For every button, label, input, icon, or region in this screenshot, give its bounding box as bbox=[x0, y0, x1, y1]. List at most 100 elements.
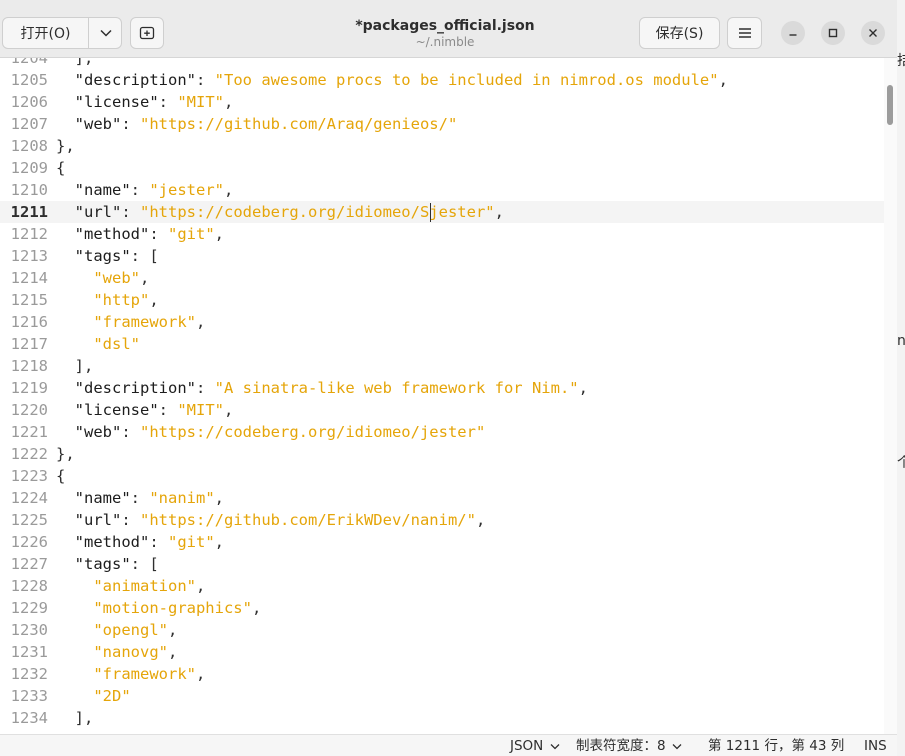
vertical-scrollbar[interactable] bbox=[884, 58, 897, 734]
code-line[interactable]: 1216 "framework", bbox=[0, 311, 884, 333]
open-dropdown-button[interactable] bbox=[89, 18, 122, 48]
open-button[interactable]: 打开(O) bbox=[3, 18, 88, 48]
code-line[interactable]: 1225 "url": "https://github.com/ErikWDev… bbox=[0, 509, 884, 531]
minimize-button[interactable] bbox=[781, 21, 805, 45]
line-number: 1228 bbox=[10, 577, 48, 595]
code-line[interactable]: 1232 "framework", bbox=[0, 663, 884, 685]
code-text[interactable]: "framework", bbox=[56, 311, 205, 333]
json-key: "tags" bbox=[74, 555, 131, 573]
code-text[interactable]: "url": "https://codeberg.org/idiomeo/Sje… bbox=[56, 201, 504, 223]
code-line[interactable]: 1210 "name": "jester", bbox=[0, 179, 884, 201]
tab-width-selector[interactable]: 制表符宽度：8 bbox=[576, 737, 682, 755]
code-text[interactable]: "web", bbox=[56, 267, 149, 289]
main-menu-button[interactable] bbox=[727, 17, 762, 49]
code-text[interactable]: "framework", bbox=[56, 663, 205, 685]
code-text[interactable]: "license": "MIT", bbox=[56, 91, 234, 113]
save-button[interactable]: 保存(S) bbox=[639, 17, 720, 49]
code-text[interactable]: "web": "https://github.com/Araq/genieos/… bbox=[56, 113, 458, 135]
scrollbar-thumb[interactable] bbox=[887, 85, 893, 125]
code-text[interactable]: "method": "git", bbox=[56, 223, 224, 245]
code-text[interactable]: "description": "Too awesome procs to be … bbox=[56, 69, 728, 91]
code-text[interactable]: ], bbox=[56, 355, 94, 377]
code-text[interactable]: ], bbox=[56, 707, 94, 729]
code-text[interactable]: "name": "nanim", bbox=[56, 487, 224, 509]
line-number: 1234 bbox=[10, 709, 48, 727]
background-window-text: 个 bbox=[897, 455, 905, 471]
cursor-position[interactable]: 第 1211 行，第 43 列 bbox=[708, 737, 844, 755]
code-line[interactable]: 1212 "method": "git", bbox=[0, 223, 884, 245]
close-button[interactable] bbox=[861, 21, 885, 45]
code-text[interactable]: "license": "MIT", bbox=[56, 399, 234, 421]
code-line[interactable]: 1214 "web", bbox=[0, 267, 884, 289]
code-line[interactable]: 1211 "url": "https://codeberg.org/idiome… bbox=[0, 201, 884, 223]
code-line[interactable]: 1231 "nanovg", bbox=[0, 641, 884, 663]
line-number: 1213 bbox=[10, 247, 48, 265]
json-string: "https://codeberg.org/idiomeo/jester" bbox=[140, 423, 486, 441]
code-line[interactable]: 1207 "web": "https://github.com/Araq/gen… bbox=[0, 113, 884, 135]
json-string: "framework" bbox=[93, 665, 196, 683]
background-window-text: 拮 bbox=[897, 53, 905, 69]
language-selector[interactable]: JSON bbox=[510, 737, 560, 755]
code-line[interactable]: 1217 "dsl" bbox=[0, 333, 884, 355]
code-line[interactable]: 1227 "tags": [ bbox=[0, 553, 884, 575]
status-bar: JSON 制表符宽度：8 第 1211 行，第 43 列 INS bbox=[0, 734, 897, 756]
code-text[interactable]: "nanovg", bbox=[56, 641, 177, 663]
code-text[interactable]: "web": "https://codeberg.org/idiomeo/jes… bbox=[56, 421, 486, 443]
code-line[interactable]: 1224 "name": "nanim", bbox=[0, 487, 884, 509]
code-text[interactable]: "method": "git", bbox=[56, 531, 224, 553]
code-text[interactable]: "animation", bbox=[56, 575, 205, 597]
json-string: "nanovg" bbox=[93, 643, 168, 661]
json-key: "url" bbox=[74, 203, 122, 221]
line-number: 1222 bbox=[10, 445, 48, 463]
code-line[interactable]: 1221 "web": "https://codeberg.org/idiome… bbox=[0, 421, 884, 443]
json-string: "web" bbox=[93, 269, 140, 287]
line-number: 1223 bbox=[10, 467, 48, 485]
code-line[interactable]: 1204 ], bbox=[0, 58, 884, 69]
code-text[interactable]: { bbox=[56, 465, 65, 487]
code-line[interactable]: 1230 "opengl", bbox=[0, 619, 884, 641]
json-string: "https://github.com/ErikWDev/nanim/" bbox=[140, 511, 476, 529]
code-line[interactable]: 1215 "http", bbox=[0, 289, 884, 311]
code-text[interactable]: "name": "jester", bbox=[56, 179, 234, 201]
code-text[interactable]: "dsl" bbox=[56, 333, 140, 355]
json-key: "name" bbox=[74, 489, 131, 507]
code-line[interactable]: 1219 "description": "A sinatra-like web … bbox=[0, 377, 884, 399]
code-text[interactable]: "2D" bbox=[56, 685, 130, 707]
window-subtitle: ~/.nimble bbox=[415, 35, 475, 49]
code-text[interactable]: ], bbox=[56, 58, 94, 69]
code-text[interactable]: "motion-graphics", bbox=[56, 597, 261, 619]
code-line[interactable]: 1228 "animation", bbox=[0, 575, 884, 597]
code-line[interactable]: 1208}, bbox=[0, 135, 884, 157]
code-text[interactable]: "url": "https://github.com/ErikWDev/nani… bbox=[56, 509, 486, 531]
code-line[interactable]: 1213 "tags": [ bbox=[0, 245, 884, 267]
code-text[interactable]: "tags": [ bbox=[56, 245, 159, 267]
code-line[interactable]: 1223 { bbox=[0, 465, 884, 487]
code-line[interactable]: 1218 ], bbox=[0, 355, 884, 377]
code-text[interactable]: "description": "A sinatra-like web frame… bbox=[56, 377, 588, 399]
code-line[interactable]: 1209 { bbox=[0, 157, 884, 179]
hamburger-menu-icon bbox=[738, 28, 751, 38]
new-tab-button[interactable] bbox=[130, 17, 164, 49]
code-line[interactable]: 1206 "license": "MIT", bbox=[0, 91, 884, 113]
line-number: 1218 bbox=[10, 357, 48, 375]
code-text[interactable]: "tags": [ bbox=[56, 553, 159, 575]
code-line[interactable]: 1205 "description": "Too awesome procs t… bbox=[0, 69, 884, 91]
code-text[interactable]: { bbox=[56, 157, 65, 179]
code-line[interactable]: 1233 "2D" bbox=[0, 685, 884, 707]
code-text[interactable]: "http", bbox=[56, 289, 158, 311]
json-key: "description" bbox=[74, 71, 196, 89]
code-line[interactable]: 1234 ], bbox=[0, 707, 884, 729]
code-text[interactable]: "opengl", bbox=[56, 619, 177, 641]
code-editor[interactable]: 1204 ], 1205 "description": "Too awesome … bbox=[0, 58, 884, 734]
title-area: *packages_official.json ~/.nimble bbox=[300, 17, 590, 49]
code-line[interactable]: 1226 "method": "git", bbox=[0, 531, 884, 553]
code-line[interactable]: 1222}, bbox=[0, 443, 884, 465]
code-line[interactable]: 1220 "license": "MIT", bbox=[0, 399, 884, 421]
code-text[interactable]: }, bbox=[56, 443, 75, 465]
maximize-button[interactable] bbox=[821, 21, 845, 45]
json-key: "method" bbox=[74, 533, 150, 551]
code-text[interactable]: }, bbox=[56, 135, 75, 157]
code-line[interactable]: 1229 "motion-graphics", bbox=[0, 597, 884, 619]
new-tab-icon bbox=[139, 26, 155, 40]
line-number: 1225 bbox=[10, 511, 48, 529]
